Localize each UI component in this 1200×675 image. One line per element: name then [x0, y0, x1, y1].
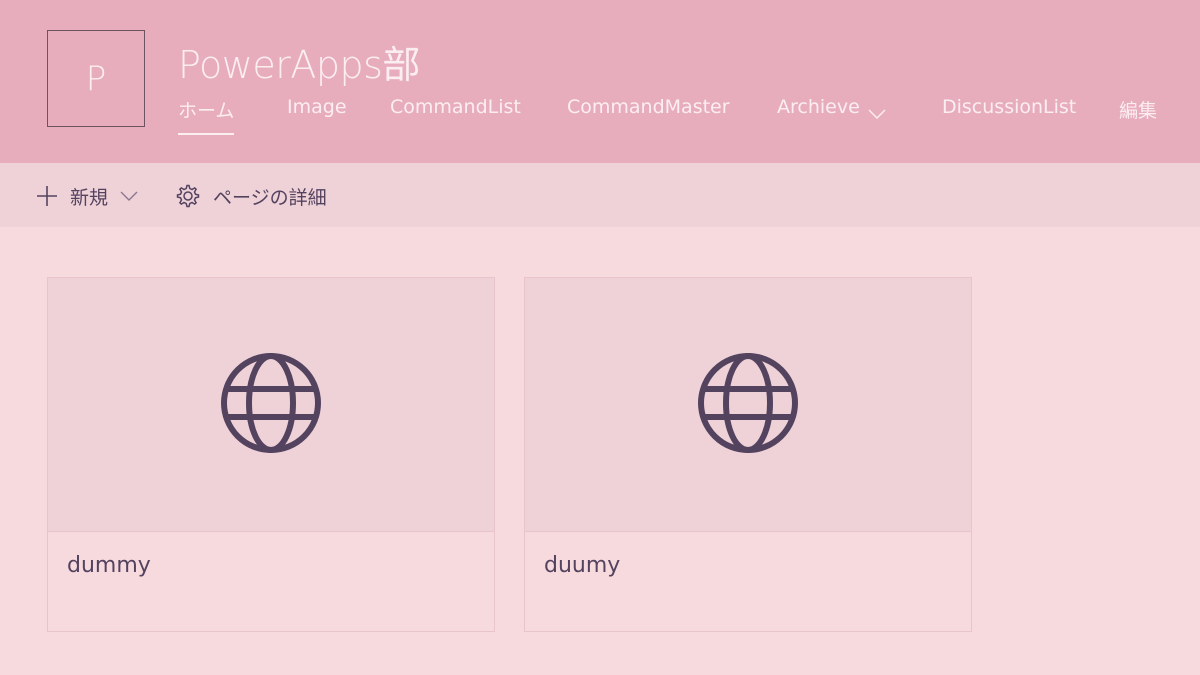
site-card-duumy[interactable]: duumy	[524, 277, 972, 632]
nav-item-image[interactable]: Image	[287, 96, 347, 136]
gear-icon	[175, 183, 201, 209]
site-logo-letter: P	[85, 58, 107, 99]
card-title: dummy	[67, 553, 151, 578]
nav-item-label: CommandList	[390, 96, 521, 118]
nav-edit-link[interactable]: 編集	[1119, 96, 1157, 136]
plus-icon	[36, 185, 58, 207]
nav-item-label: ホーム	[178, 100, 235, 122]
nav-item-discussionlist[interactable]: DiscussionList	[942, 96, 1076, 136]
nav-item-label: DiscussionList	[942, 96, 1077, 118]
nav-item-label: Image	[287, 96, 347, 118]
new-button[interactable]: 新規	[36, 183, 138, 209]
nav-item-commandlist[interactable]: CommandList	[390, 96, 521, 136]
nav-item-label: 編集	[1119, 100, 1158, 122]
nav-item-archieve[interactable]: Archieve	[777, 96, 886, 136]
site-logo[interactable]: P	[47, 30, 145, 127]
nav-item-commandmaster[interactable]: CommandMaster	[567, 96, 730, 136]
site-title[interactable]: PowerApps部	[178, 34, 420, 89]
command-bar: 新規 ページの詳細	[0, 163, 1200, 227]
card-thumbnail	[48, 278, 494, 532]
page-details-button[interactable]: ページの詳細	[175, 183, 327, 209]
site-card-dummy[interactable]: dummy	[47, 277, 495, 632]
chevron-down-icon	[120, 191, 138, 201]
nav-item-home[interactable]: ホーム	[178, 96, 235, 136]
card-thumbnail	[525, 278, 971, 532]
globe-icon	[219, 351, 323, 459]
page-details-label: ページの詳細	[213, 186, 327, 209]
nav-item-label: Archieve	[777, 96, 860, 118]
site-header: P PowerApps部 ホーム Image CommandList Comma…	[0, 0, 1200, 163]
globe-icon	[696, 351, 800, 459]
nav-item-label: CommandMaster	[567, 96, 730, 118]
chevron-down-icon	[868, 102, 886, 124]
card-title: duumy	[544, 553, 621, 578]
new-button-label: 新規	[70, 186, 109, 209]
